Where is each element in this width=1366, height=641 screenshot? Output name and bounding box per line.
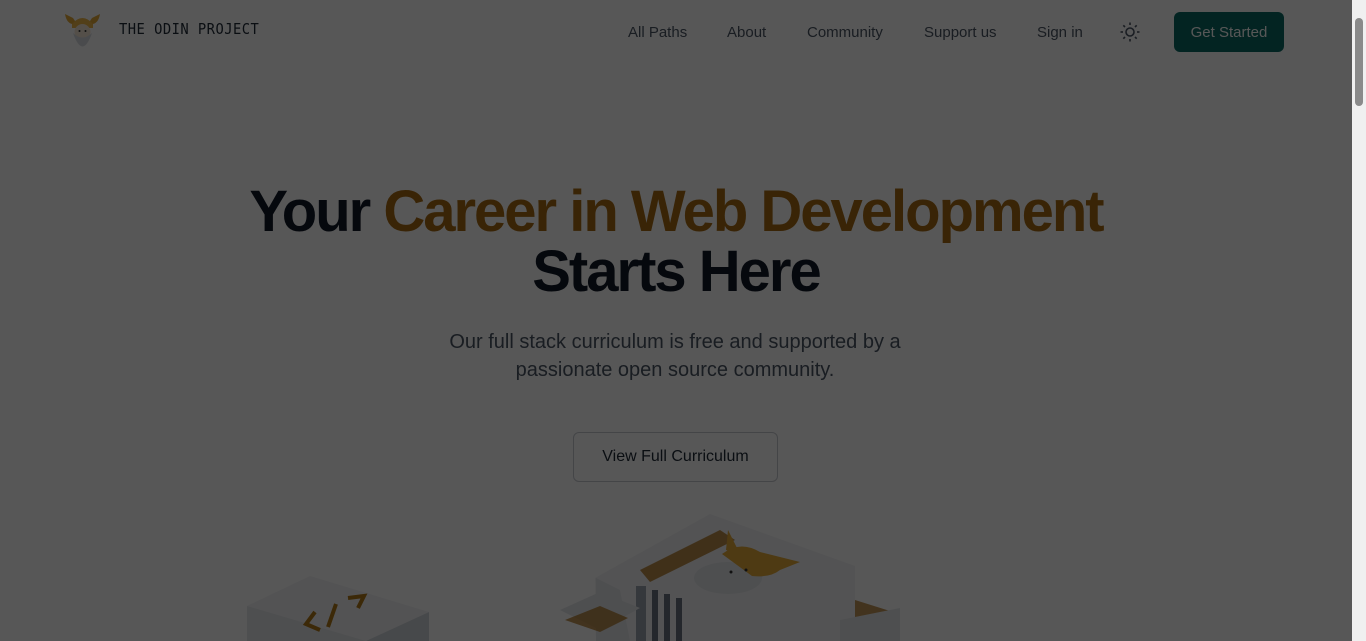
hero-illustration [247, 514, 900, 641]
hero-title-accent: Career in Web Development [383, 179, 1104, 244]
nav-all-paths[interactable]: All Paths [628, 24, 687, 42]
nav-community[interactable]: Community [807, 24, 883, 42]
view-full-curriculum-button[interactable]: View Full Curriculum [573, 432, 778, 482]
odin-viking-logo-icon [65, 14, 100, 47]
nav-sign-in[interactable]: Sign in [1037, 24, 1083, 42]
sun-icon[interactable] [1119, 21, 1141, 43]
scrollbar-track[interactable] [1352, 0, 1366, 641]
landing-page: THE ODIN PROJECT All Paths About Communi… [0, 0, 1366, 641]
nav-support-us[interactable]: Support us [924, 24, 997, 42]
get-started-button[interactable]: Get Started [1174, 12, 1284, 52]
odin-logo[interactable] [55, 4, 110, 58]
hero-subtitle: Our full stack curriculum is free and su… [449, 331, 901, 381]
hero-title: Your Career in Web Development Starts He… [0, 182, 1352, 302]
hero-title-tail: Starts Here [532, 239, 821, 304]
scrollbar-thumb[interactable] [1355, 18, 1363, 106]
hero-title-lead: Your [249, 179, 371, 244]
nav-about[interactable]: About [727, 24, 766, 42]
brand-name[interactable]: THE ODIN PROJECT [119, 20, 259, 38]
